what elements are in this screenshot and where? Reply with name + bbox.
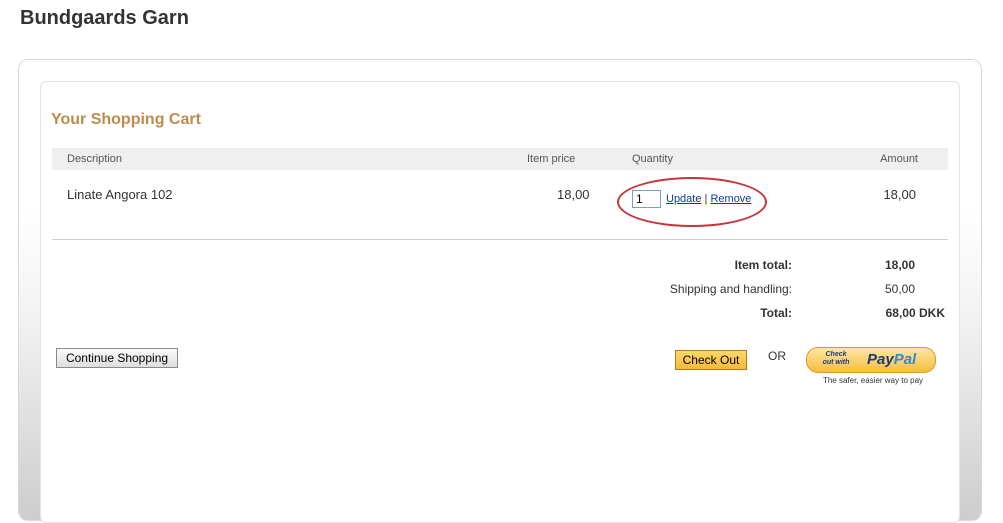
paypal-brand-pal: Pal [893, 351, 917, 368]
quantity-input[interactable] [632, 190, 661, 208]
cart-table-header: Description Item price Quantity Amount [52, 148, 948, 170]
continue-shopping-button[interactable]: Continue Shopping [56, 348, 178, 368]
site-title: Bundgaards Garn [20, 7, 189, 29]
paypal-tagline: The safer, easier way to pay [822, 376, 924, 385]
shipping-label: Shipping and handling: [669, 282, 792, 296]
quantity-actions: Update | Remove [666, 193, 751, 205]
cart-item-row: Linate Angora 102 18,00 Update | Remove … [52, 180, 948, 220]
shipping-value: 50,00 [884, 282, 915, 296]
paypal-checkout-button[interactable]: Check out with PayPal [806, 347, 936, 373]
update-link[interactable]: Update [666, 193, 701, 205]
link-separator: | [704, 193, 708, 205]
checkout-button[interactable]: Check Out [675, 350, 747, 370]
item-total-label: Item total: [734, 258, 792, 272]
column-amount: Amount [880, 153, 918, 165]
paypal-brand-pay: Pay [867, 351, 894, 368]
column-description: Description [67, 153, 123, 165]
cart-divider [52, 239, 948, 240]
remove-link[interactable]: Remove [710, 193, 751, 205]
or-label: OR [768, 349, 786, 363]
paypal-logo: PayPal [867, 351, 916, 368]
item-total-value: 18,00 [884, 258, 915, 272]
cart-title: Your Shopping Cart [51, 111, 201, 128]
item-description: Linate Angora 102 [67, 187, 173, 202]
item-amount: 18,00 [883, 187, 916, 202]
column-item-price: Item price [527, 153, 576, 165]
item-price: 18,00 [557, 187, 590, 202]
column-quantity: Quantity [632, 153, 673, 165]
total-value: 68,00 DKK [885, 306, 945, 320]
paypal-small-text: Check out with [822, 351, 850, 366]
total-label: Total: [760, 306, 792, 320]
